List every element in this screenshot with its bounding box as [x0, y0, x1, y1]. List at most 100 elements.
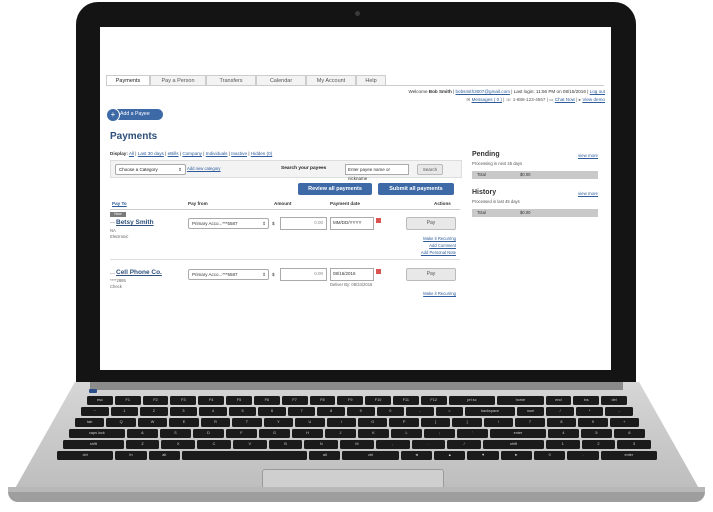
- keyboard-key[interactable]: \: [483, 418, 514, 427]
- keyboard-key[interactable]: end: [545, 396, 572, 405]
- payment-date-input[interactable]: 08/16/2016: [330, 268, 374, 281]
- keyboard-key[interactable]: 7: [287, 407, 316, 416]
- keyboard-key[interactable]: 6: [613, 429, 645, 438]
- keyboard-key[interactable]: backspace: [465, 407, 515, 416]
- keyboard-key[interactable]: 1: [545, 440, 580, 449]
- keyboard-key[interactable]: 0: [534, 451, 566, 460]
- keyboard-key[interactable]: ': [457, 429, 489, 438]
- pay-button[interactable]: Pay: [406, 268, 456, 281]
- pay-from-select[interactable]: Primary Acco...***5587 ⇕: [188, 218, 269, 229]
- keyboard-key[interactable]: prt sc: [448, 396, 496, 405]
- add-category-link[interactable]: Add new category: [187, 166, 221, 171]
- keyboard-key[interactable]: num: [516, 407, 545, 416]
- keyboard-key[interactable]: caps lock: [69, 429, 125, 438]
- keyboard-key[interactable]: ►: [500, 451, 533, 460]
- display-all[interactable]: All: [129, 151, 134, 156]
- keyboard-key[interactable]: -: [406, 407, 434, 416]
- expand-icon[interactable]: —: [110, 220, 115, 226]
- keyboard-key[interactable]: ]: [452, 418, 482, 427]
- view-demo-link[interactable]: View demo: [582, 97, 605, 102]
- keyboard-key[interactable]: C: [197, 440, 231, 449]
- keyboard-key[interactable]: alt: [309, 451, 341, 460]
- keyboard-key[interactable]: F8: [309, 396, 336, 405]
- keyboard-key[interactable]: Y: [263, 418, 294, 427]
- keyboard-key[interactable]: 3: [169, 407, 198, 416]
- keyboard-key[interactable]: Z: [125, 440, 160, 449]
- keyboard-key[interactable]: fn: [115, 451, 147, 460]
- keyboard-key[interactable]: enter: [490, 429, 546, 438]
- add-personal-note-link[interactable]: Add Personal Note: [421, 250, 456, 255]
- keyboard-key[interactable]: 8: [317, 407, 345, 416]
- keyboard-key[interactable]: del: [601, 396, 627, 405]
- keyboard-key[interactable]: 4: [547, 429, 579, 438]
- keyboard-key[interactable]: F7: [281, 396, 308, 405]
- keyboard-key[interactable]: ctrl: [57, 451, 114, 460]
- keyboard-key[interactable]: I: [326, 418, 356, 427]
- payment-date-input[interactable]: MM/DD/YYYY: [330, 217, 374, 230]
- keyboard-key[interactable]: ctrl: [342, 451, 399, 460]
- keyboard-key[interactable]: 3: [617, 440, 651, 449]
- keyboard-key[interactable]: [: [420, 418, 451, 427]
- make-recurring-link[interactable]: Make it Recurring: [423, 291, 456, 296]
- pay-from-select[interactable]: Primary Acco...***5587 ⇕: [188, 269, 269, 280]
- keyboard-key[interactable]: X: [161, 440, 196, 449]
- keyboard-key[interactable]: shift: [483, 440, 544, 449]
- display-ebills[interactable]: eBills: [168, 151, 179, 156]
- keyboard-key[interactable]: R: [200, 418, 231, 427]
- keyboard-key[interactable]: *: [575, 407, 604, 416]
- keyboard-key[interactable]: alt: [148, 451, 180, 460]
- keyboard-key[interactable]: ;: [424, 429, 456, 438]
- expand-icon[interactable]: —: [110, 271, 115, 277]
- keyboard-key[interactable]: F1: [114, 396, 141, 405]
- keyboard-key[interactable]: [181, 451, 308, 460]
- logout-link[interactable]: Log out: [590, 89, 605, 94]
- keyboard-key[interactable]: ,: [375, 440, 410, 449]
- keyboard-key[interactable]: 2: [140, 407, 168, 416]
- keyboard-key[interactable]: +: [609, 418, 639, 427]
- search-payees-input[interactable]: Enter payee name or nickname: [345, 164, 409, 181]
- keyboard-key[interactable]: F3: [170, 396, 197, 405]
- keyboard-key[interactable]: 6: [258, 407, 286, 416]
- amount-input[interactable]: 0.00: [280, 217, 327, 230]
- user-email-link[interactable]: bobsmith3007@gmail.com: [456, 89, 510, 94]
- keyboard-key[interactable]: 9: [346, 407, 375, 416]
- keyboard-key[interactable]: U: [295, 418, 325, 427]
- keyboard-key[interactable]: F6: [253, 396, 280, 405]
- history-view-more-link[interactable]: view more: [578, 191, 598, 196]
- keyboard-key[interactable]: A: [126, 429, 158, 438]
- keyboard-key[interactable]: enter: [600, 451, 657, 460]
- display-hidden[interactable]: Hidden (0): [251, 151, 272, 156]
- keyboard-key[interactable]: 0: [376, 407, 405, 416]
- keyboard-key[interactable]: E: [169, 418, 199, 427]
- keyboard-key[interactable]: esc: [87, 396, 113, 405]
- add-payee-button[interactable]: + Add a Payee: [106, 108, 163, 122]
- display-inactive[interactable]: Inactive: [231, 151, 247, 156]
- keyboard-key[interactable]: shift: [63, 440, 124, 449]
- search-button[interactable]: Search: [417, 164, 443, 175]
- keyboard-key[interactable]: M: [340, 440, 374, 449]
- keyboard-key[interactable]: N: [304, 440, 339, 449]
- keyboard-key[interactable]: ◄: [400, 451, 433, 460]
- keyboard-key[interactable]: ins: [573, 396, 600, 405]
- keyboard-key[interactable]: P: [389, 418, 419, 427]
- keyboard-key[interactable]: F9: [337, 396, 364, 405]
- keyboard-key[interactable]: V: [232, 440, 267, 449]
- keyboard-key[interactable]: ▼: [467, 451, 499, 460]
- keyboard-key[interactable]: 9: [578, 418, 608, 427]
- add-comment-link[interactable]: Add Comment: [429, 243, 456, 248]
- keyboard-key[interactable]: F11: [392, 396, 419, 405]
- display-individuals[interactable]: Individuals: [206, 151, 228, 156]
- keyboard-key[interactable]: tab: [75, 418, 105, 427]
- keyboard-key[interactable]: G: [258, 429, 290, 438]
- payee-name-link[interactable]: Cell Phone Co.: [116, 269, 162, 276]
- keyboard-key[interactable]: O: [358, 418, 388, 427]
- keyboard-key[interactable]: D: [192, 429, 224, 438]
- keyboard-key[interactable]: /: [447, 440, 482, 449]
- keyboard-key[interactable]: F: [225, 429, 257, 438]
- keyboard-key[interactable]: B: [268, 440, 303, 449]
- keyboard-key[interactable]: /: [546, 407, 574, 416]
- keyboard-key[interactable]: -: [605, 407, 633, 416]
- display-last-30-days[interactable]: Last 30 days: [138, 151, 164, 156]
- messages-link[interactable]: Messages ( 0 ): [472, 97, 502, 102]
- keyboard-key[interactable]: home: [497, 396, 544, 405]
